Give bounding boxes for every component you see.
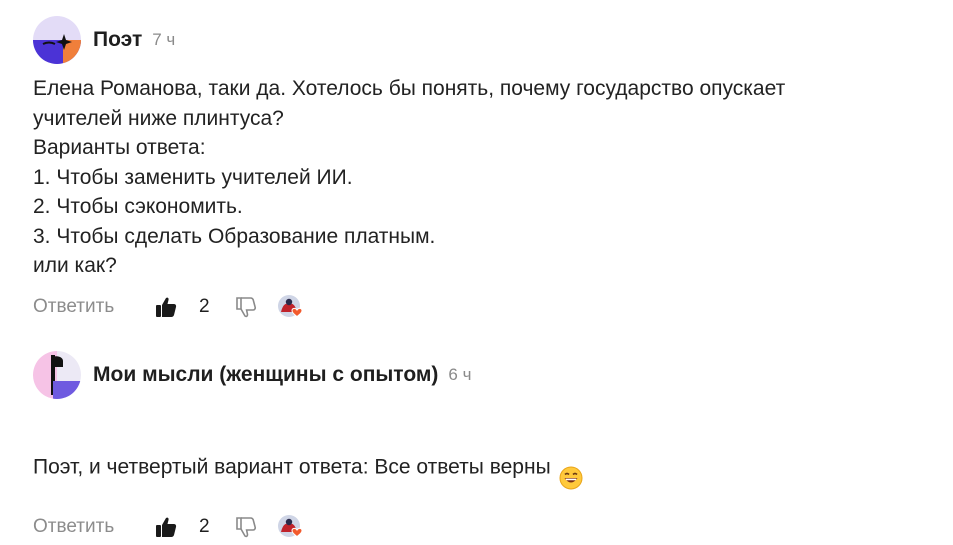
like-button[interactable] (155, 516, 177, 538)
like-button[interactable] (155, 296, 177, 318)
comment-1: Поэт 7 ч Елена Романова, таки да. Хотело… (33, 16, 933, 322)
comment-text: Елена Романова, таки да. Хотелось бы пон… (33, 77, 786, 277)
grinning-face-emoji (559, 437, 583, 499)
reply-button[interactable]: Ответить (33, 296, 155, 318)
author-name[interactable]: Поэт (93, 28, 142, 52)
reaction-avatar-heart-icon (278, 294, 303, 317)
thumb-down-icon (236, 516, 257, 537)
thumb-down-icon (236, 296, 257, 317)
comment-time: 7 ч (152, 30, 176, 49)
reply-button[interactable]: Ответить (33, 516, 155, 538)
like-count: 2 (199, 295, 210, 317)
like-count: 2 (199, 515, 210, 537)
thumb-up-icon (156, 517, 177, 537)
comment-actions: Ответить 2 (33, 512, 933, 542)
author-name[interactable]: Мои мысли (женщины с опытом) (93, 363, 438, 387)
dislike-button[interactable] (235, 516, 257, 538)
comment-actions: Ответить 2 (33, 292, 933, 322)
thumb-up-icon (156, 297, 177, 317)
author-avatar[interactable] (33, 16, 81, 64)
reactions-indicator[interactable] (277, 514, 307, 540)
comment-header: Мои мысли (женщины с опытом) 6 ч (33, 351, 933, 399)
reaction-avatar-heart-icon (278, 514, 303, 537)
comment-time: 6 ч (448, 365, 472, 384)
comment-text-row: Поэт, и четвертый вариант ответа: Все от… (33, 407, 933, 499)
author-avatar[interactable] (33, 351, 81, 399)
comment-text: Поэт, и четвертый вариант ответа: Все от… (33, 455, 551, 479)
reactions-indicator[interactable] (277, 294, 307, 320)
comment-2: Мои мысли (женщины с опытом) 6 ч Поэт, и… (33, 351, 933, 542)
dislike-button[interactable] (235, 296, 257, 318)
comment-header: Поэт 7 ч (33, 16, 933, 64)
